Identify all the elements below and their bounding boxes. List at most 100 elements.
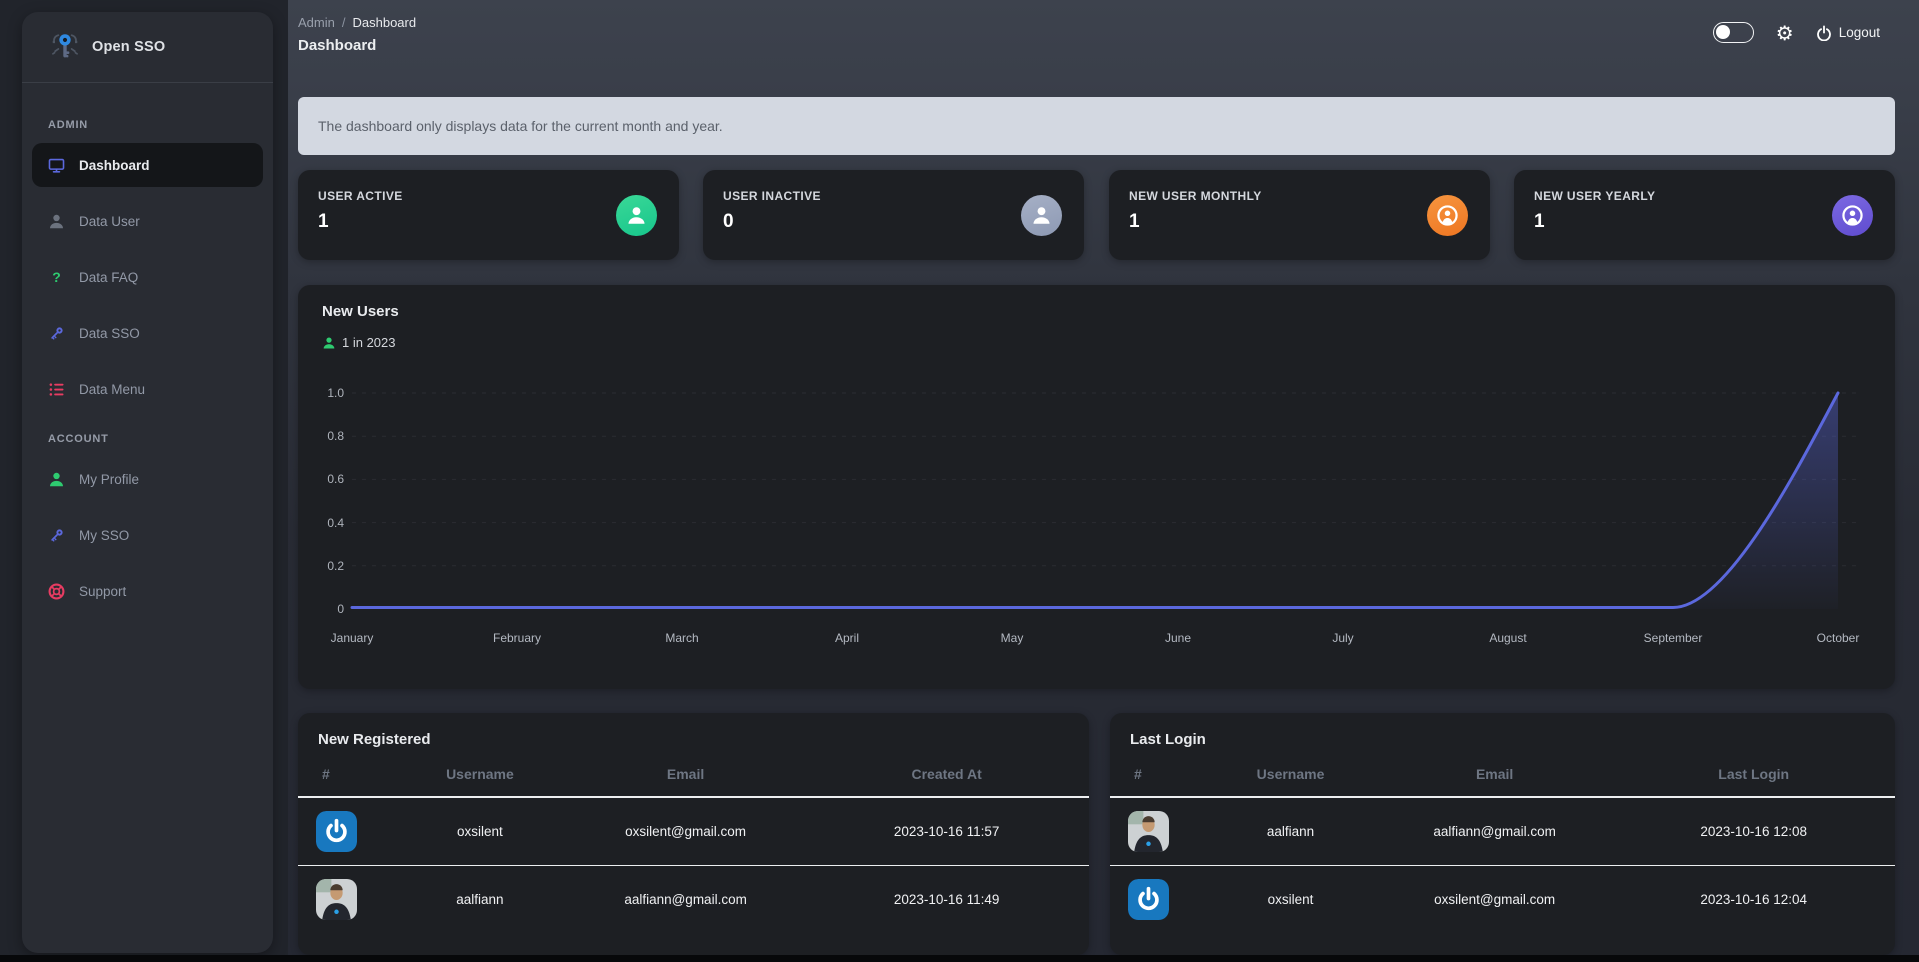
x-axis-label: July [1332, 631, 1354, 645]
column-header-number: # [322, 766, 330, 782]
cell-created-at: 2023-10-16 11:57 [893, 824, 1000, 839]
avatar-oxsilent [316, 811, 357, 852]
monitor-icon [48, 157, 65, 174]
sidebar-item-my-profile[interactable]: My Profile [32, 457, 263, 501]
stat-icon-circle [1021, 195, 1062, 236]
y-axis-tick: 0 [337, 602, 344, 616]
stat-label: NEW USER MONTHLY [1129, 189, 1262, 203]
y-axis-tick: 0.6 [327, 472, 344, 486]
sidebar-item-label: Data User [79, 213, 140, 229]
sidebar-item-label: Data SSO [79, 325, 140, 341]
photo-avatar [316, 879, 357, 920]
column-header-number: # [1134, 766, 1142, 782]
sidebar-item-data-user[interactable]: Data User [32, 199, 263, 243]
screen-bottom-edge [0, 955, 1919, 962]
stat-card-new-user-monthly: NEW USER MONTHLY 1 [1109, 170, 1490, 260]
cell-username: aalfiann [1266, 824, 1315, 839]
breadcrumb-admin-link[interactable]: Admin [298, 15, 335, 30]
user-solid-icon [322, 336, 336, 350]
sidebar-item-data-faq[interactable]: ? Data FAQ [32, 255, 263, 299]
cell-username: oxsilent [457, 824, 503, 839]
column-header-created-at: Created At [911, 766, 982, 782]
new-registered-table: # Username Email Created At oxsilent oxs… [298, 754, 1089, 933]
table-row: oxsilent oxsilent@gmail.com 2023-10-16 1… [1110, 866, 1895, 934]
stat-icon-circle [1427, 195, 1468, 236]
cell-email: aalfiann@gmail.com [624, 892, 747, 907]
page-title: Dashboard [298, 37, 377, 54]
cell-email: oxsilent@gmail.com [625, 824, 747, 839]
theme-toggle[interactable] [1712, 22, 1754, 43]
power-logo-avatar [316, 811, 357, 852]
open-sso-key-logo-icon [52, 34, 78, 58]
logout-button[interactable]: Logout [1816, 25, 1880, 41]
y-axis-tick: 0.8 [327, 429, 344, 443]
avatar-aalfiann [316, 879, 357, 920]
cell-email: oxsilent@gmail.com [1434, 892, 1556, 907]
y-axis-tick: 1.0 [327, 386, 344, 400]
power-logo-avatar [1128, 879, 1169, 920]
list-icon [48, 381, 65, 398]
stat-card-user-inactive: USER INACTIVE 0 [703, 170, 1084, 260]
stat-label: USER ACTIVE [318, 189, 403, 203]
avatar-aalfiann [1128, 811, 1169, 852]
new-users-line-chart [350, 391, 1860, 609]
table-row: oxsilent oxsilent@gmail.com 2023-10-16 1… [298, 797, 1089, 866]
user-icon [48, 213, 65, 230]
x-axis-label: September [1643, 631, 1703, 645]
column-header-username: Username [1256, 766, 1325, 782]
new-registered-card: New Registered # Username Email Created … [298, 713, 1089, 955]
cell-created-at: 2023-10-16 11:49 [893, 892, 1000, 907]
sidebar-item-label: Dashboard [79, 157, 150, 173]
user-solid-icon [626, 205, 647, 226]
cell-last-login: 2023-10-16 12:04 [1700, 892, 1807, 907]
x-axis-label: January [330, 631, 374, 645]
avatar-oxsilent [1128, 879, 1169, 920]
chart-title: New Users [322, 303, 399, 320]
app-logo[interactable]: Open SSO [22, 12, 273, 82]
stat-card-user-active: USER ACTIVE 1 [298, 170, 679, 260]
breadcrumb-current: Dashboard [352, 15, 417, 30]
sidebar-item-label: Support [79, 583, 127, 599]
user-circle-icon [1842, 205, 1863, 226]
user-icon [48, 471, 65, 488]
cell-email: aalfiann@gmail.com [1433, 824, 1556, 839]
cell-username: oxsilent [1267, 892, 1314, 907]
sidebar-item-support[interactable]: Support [32, 569, 263, 613]
chart-legend[interactable]: 1 in 2023 [322, 335, 396, 350]
x-axis-label: March [665, 631, 699, 645]
sidebar-item-label: Data Menu [79, 381, 146, 397]
table-title: Last Login [1130, 731, 1206, 748]
power-icon [1816, 25, 1832, 41]
sidebar-item-label: Data FAQ [79, 269, 139, 285]
breadcrumb-separator: / [341, 15, 346, 30]
question-icon: ? [52, 269, 61, 285]
photo-avatar [1128, 811, 1169, 852]
x-axis-label: May [1000, 631, 1024, 645]
stat-value: 0 [723, 211, 734, 232]
x-axis-label: June [1164, 631, 1192, 645]
x-axis-label: October [1816, 631, 1860, 645]
x-axis-label: August [1489, 631, 1527, 645]
stat-value: 1 [1129, 211, 1140, 232]
table-row: aalfiann aalfiann@gmail.com 2023-10-16 1… [1110, 797, 1895, 866]
column-header-last-login: Last Login [1718, 766, 1790, 782]
app-title: Open SSO [92, 39, 166, 55]
last-login-table: # Username Email Last Login aalfiann aal… [1110, 754, 1895, 933]
sidebar-item-dashboard[interactable]: Dashboard [32, 143, 263, 187]
new-users-chart-card: New Users 1 in 2023 1.0 0.8 0.6 0.4 0.2 … [298, 285, 1895, 689]
stat-card-new-user-yearly: NEW USER YEARLY 1 [1514, 170, 1895, 260]
sidebar-item-label: My Profile [79, 471, 140, 487]
sidebar-item-data-menu[interactable]: Data Menu [32, 367, 263, 411]
key-icon [48, 325, 65, 342]
last-login-card: Last Login # Username Email Last Login a… [1110, 713, 1895, 955]
cell-last-login: 2023-10-16 12:08 [1700, 824, 1807, 839]
stat-label: USER INACTIVE [723, 189, 821, 203]
sidebar-item-my-sso[interactable]: My SSO [32, 513, 263, 557]
breadcrumb: Admin / Dashboard [298, 15, 416, 30]
gear-icon[interactable]: ⚙ [1776, 23, 1794, 43]
stat-value: 1 [318, 211, 329, 232]
info-banner-text: The dashboard only displays data for the… [318, 118, 723, 134]
column-header-email: Email [666, 766, 705, 782]
column-header-username: Username [446, 766, 514, 782]
sidebar-item-data-sso[interactable]: Data SSO [32, 311, 263, 355]
